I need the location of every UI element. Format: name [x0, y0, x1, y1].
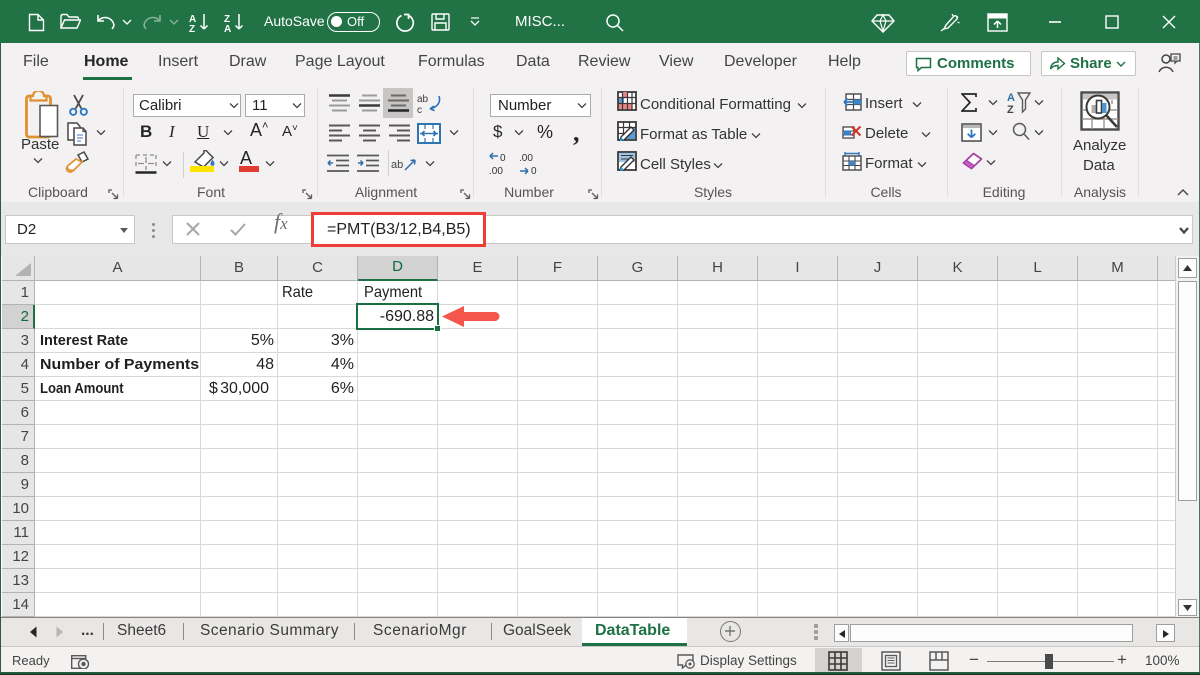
svg-text:A: A	[224, 24, 231, 33]
svg-text:Z: Z	[1007, 104, 1014, 114]
svg-text:.00: .00	[519, 153, 533, 164]
svg-text:c: c	[417, 105, 422, 114]
svg-text:0: 0	[531, 166, 537, 176]
svg-text:.00: .00	[489, 166, 503, 176]
svg-text:0: 0	[500, 153, 506, 164]
svg-text:ab: ab	[391, 159, 403, 171]
svg-text:Z: Z	[189, 24, 195, 33]
svg-text:A: A	[1007, 92, 1015, 104]
svg-text:ab: ab	[417, 94, 429, 105]
